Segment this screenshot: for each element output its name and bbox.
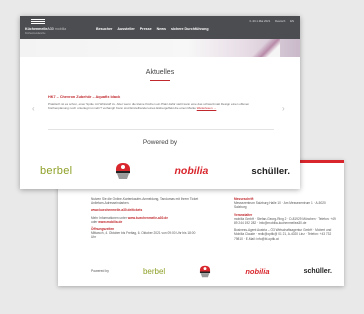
news-title[interactable]: HK7 – Chevron Zubehör – Aquafix black <box>48 95 263 99</box>
read-more-link[interactable]: Weiterlesen → <box>197 106 217 110</box>
aktuelles-underline <box>150 80 170 81</box>
organizer-text: mobilia GmbH · Stefan-Georg-Ring 2 · D-8… <box>234 216 336 226</box>
brand-name[interactable]: KüchenmeileA30 mobilia <box>25 27 66 31</box>
nav-item-aussteller[interactable]: Aussteller <box>117 27 134 31</box>
news-excerpt: Praktisch ist es schon, einer Spüle mit … <box>48 102 250 111</box>
aktuelles-title: Aktuelles <box>145 69 175 76</box>
intro-text: Nutzen Sie die Online-Kartenkaufer-Anmel… <box>91 197 199 206</box>
schuller-logo[interactable]: schüller. <box>251 166 290 177</box>
back-powered-label: Powered by <box>91 269 109 273</box>
site-header: KüchenmeileA30 mobilia Küchentrendwoche … <box>20 16 300 39</box>
logo-icon[interactable] <box>31 19 45 24</box>
sponsor-logos: berbel nobilia schüller. <box>40 161 290 181</box>
news-item[interactable]: HK7 – Chevron Zubehör – Aquafix black Pr… <box>48 95 263 121</box>
nobilia-logo[interactable]: nobilia <box>175 165 209 177</box>
business-agent-text: Business-Agent Austria – Ö3 Wirtschaftsa… <box>234 228 332 241</box>
berbel-logo-small: berbel <box>142 266 166 276</box>
website-link[interactable]: www.kuechenmeile-a30.de <box>128 216 168 220</box>
venue-text: Messezentrum Salzburg Halle 10 · Am Mess… <box>234 201 326 210</box>
mobilia-link[interactable]: www.mobilia.de <box>98 220 122 224</box>
nav-item-news[interactable]: News <box>157 27 166 31</box>
next-arrow-icon[interactable]: › <box>282 104 285 113</box>
calendar-date: 3.-30.1.Mai 2021 <box>249 19 271 23</box>
nav-item-besucher[interactable]: Besucher <box>96 27 112 31</box>
brand-subtitle: Küchentrendwoche <box>25 32 46 35</box>
header-meta: 3.-30.1.Mai 2021 Deutsch EN <box>245 19 294 23</box>
berbel-logo[interactable]: berbel <box>40 165 72 177</box>
powered-title: Powered by <box>142 139 178 146</box>
website-card: KüchenmeileA30 mobilia Küchentrendwoche … <box>20 16 300 189</box>
back-left-column: Nutzen Sie die Online-Kartenkaufer-Anmel… <box>91 197 201 240</box>
nav-item-safety[interactable]: sichere Durchführung <box>171 27 209 31</box>
language-en[interactable]: EN <box>290 19 294 23</box>
hero-banner <box>20 39 300 57</box>
prev-arrow-icon[interactable]: ‹ <box>32 104 35 113</box>
back-sponsor-row: Powered by berbel nobilia schüller. <box>91 264 332 278</box>
nav-item-presse[interactable]: Presse <box>140 27 152 31</box>
emblem-logo[interactable] <box>115 162 131 180</box>
emblem-logo-small <box>200 265 211 277</box>
back-right-column: Messeschrift Messezentrum Salzburg Halle… <box>234 197 336 241</box>
language-select[interactable]: Deutsch <box>275 19 285 23</box>
section-divider <box>48 129 274 130</box>
hero-image <box>250 39 280 57</box>
nobilia-logo-small: nobilia <box>245 266 270 276</box>
opening-hours-text: Mittwoch, 4. Oktober bis Freitag, 6. Okt… <box>91 231 196 240</box>
or-text: oder <box>91 219 98 224</box>
main-nav: Besucher Aussteller Presse News sichere … <box>96 27 209 31</box>
schuller-logo-small: schüller. <box>303 267 332 275</box>
